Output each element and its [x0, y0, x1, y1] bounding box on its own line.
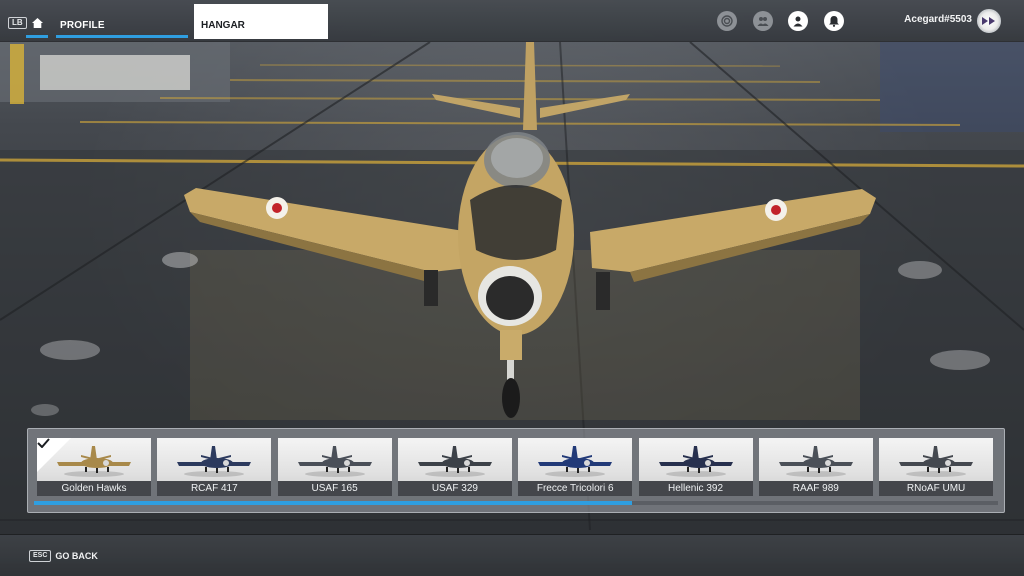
tab-profile-label: PROFILE — [60, 20, 105, 31]
bottom-bar: ESC GO BACK — [0, 534, 1024, 576]
livery-label: RNoAF UMU — [879, 481, 994, 496]
livery-card[interactable]: USAF 165 — [277, 438, 392, 496]
activity-icon — [721, 15, 733, 27]
notifications-icon — [829, 16, 839, 27]
livery-label: Hellenic 392 — [638, 481, 753, 496]
livery-thumbnail — [538, 446, 613, 477]
livery-label: RAAF 989 — [758, 481, 873, 496]
livery-thumbnail — [297, 446, 372, 477]
username: Acegard#5503 — [904, 14, 972, 25]
tab-hangar-label: HANGAR — [201, 20, 245, 31]
livery-label: Golden Hawks — [37, 481, 151, 496]
livery-scrollbar[interactable] — [34, 501, 998, 505]
friends-icon — [757, 17, 769, 26]
avatar[interactable] — [977, 9, 1001, 33]
livery-thumbnail — [658, 446, 733, 477]
tab-profile[interactable]: PROFILE — [56, 12, 188, 40]
livery-card[interactable]: RCAF 417 — [157, 438, 272, 496]
home-icon — [31, 18, 43, 28]
notifications-button[interactable] — [824, 11, 844, 31]
livery-card[interactable]: RAAF 989 — [758, 438, 873, 496]
go-back-label: GO BACK — [55, 551, 98, 561]
livery-scrollbar-thumb[interactable] — [34, 501, 632, 505]
livery-label: RCAF 417 — [157, 481, 272, 496]
esc-key-hint: ESC — [29, 550, 52, 562]
tab-hangar[interactable]: HANGAR — [194, 4, 328, 39]
top-navigation-bar: LB PROFILE HANGAR Acegard#5503 — [0, 0, 1024, 42]
livery-card[interactable]: Frecce Tricolori 6 — [518, 438, 633, 496]
tab-profile-indicator — [56, 35, 188, 38]
lb-shoulder-button-hint: LB — [8, 17, 27, 29]
livery-label: USAF 329 — [397, 481, 512, 496]
livery-thumbnail — [899, 446, 974, 477]
livery-thumbnail — [778, 446, 853, 477]
livery-thumbnail — [417, 446, 492, 477]
livery-thumbnail — [177, 446, 252, 477]
livery-label: Frecce Tricolori 6 — [518, 481, 633, 496]
livery-label: USAF 165 — [277, 481, 392, 496]
profile-icon — [793, 16, 803, 27]
friends-button[interactable] — [753, 11, 773, 31]
livery-card[interactable]: RNoAF UMU — [879, 438, 994, 496]
livery-selector: Golden Hawks RCAF 417 USAF 165 USAF 329 Frec… — [27, 428, 1005, 513]
livery-card[interactable]: USAF 329 — [397, 438, 512, 496]
checkmark-icon — [37, 438, 50, 448]
profile-button[interactable] — [788, 11, 808, 31]
avatar-emblem-icon — [982, 17, 995, 25]
home-tab-indicator — [26, 35, 48, 38]
go-back-button[interactable]: ESC GO BACK — [29, 549, 98, 563]
livery-card[interactable]: Golden Hawks — [37, 438, 151, 496]
livery-card[interactable]: Hellenic 392 — [638, 438, 753, 496]
activity-button[interactable] — [717, 11, 737, 31]
